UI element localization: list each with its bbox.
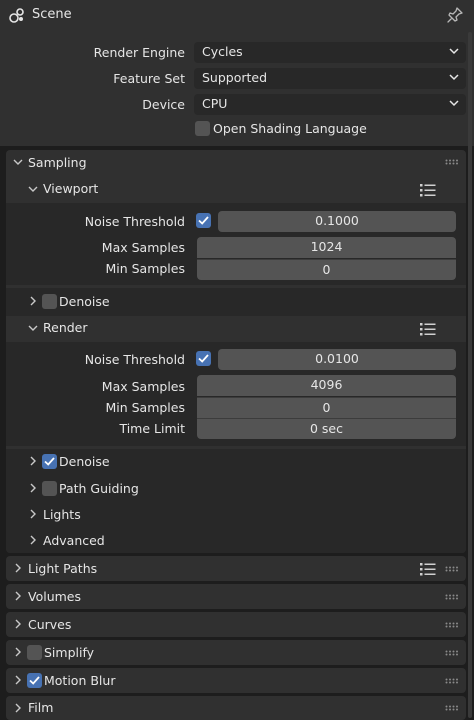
film-title: Film xyxy=(28,700,54,715)
drag-grip-icon[interactable] xyxy=(445,650,459,656)
render-noise-threshold-checkbox[interactable] xyxy=(196,351,211,366)
drag-grip-icon[interactable] xyxy=(445,566,459,572)
chevron-down-icon xyxy=(449,74,459,81)
header-title: Scene xyxy=(32,7,72,22)
curves-title: Curves xyxy=(28,617,72,632)
viewport-noise-threshold-checkbox[interactable] xyxy=(196,213,211,228)
chevron-right-icon xyxy=(15,647,21,657)
render-engine-dropdown[interactable]: Cycles xyxy=(194,42,466,63)
scene-icon xyxy=(8,6,26,24)
simplify-title: Simplify xyxy=(44,645,95,660)
feature-set-dropdown[interactable]: Supported xyxy=(194,68,466,89)
simplify-checkbox[interactable] xyxy=(27,645,42,660)
chevron-down-icon xyxy=(28,186,38,192)
film-panel[interactable] xyxy=(6,696,466,720)
checkmark-icon xyxy=(44,457,55,466)
render-engine-label: Render Engine xyxy=(93,45,185,60)
render-time-limit-field[interactable]: 0 sec xyxy=(197,418,456,439)
checkmark-icon xyxy=(198,216,209,225)
viewport-noise-threshold-label: Noise Threshold xyxy=(84,214,185,229)
viewport-noise-threshold-field[interactable]: 0.1000 xyxy=(218,211,456,232)
chevron-down-icon xyxy=(13,159,23,165)
device-dropdown[interactable]: CPU xyxy=(194,94,466,115)
presets-list-icon[interactable] xyxy=(420,322,436,336)
device-label: Device xyxy=(142,97,185,112)
motion-blur-checkbox[interactable] xyxy=(27,673,42,688)
chevron-right-icon xyxy=(15,619,21,629)
checkmark-icon xyxy=(29,676,40,685)
chevron-right-icon xyxy=(30,296,36,306)
render-min-samples-field[interactable]: 0 xyxy=(197,397,456,418)
viewport-min-samples-field[interactable]: 0 xyxy=(197,259,456,280)
chevron-right-icon xyxy=(30,509,36,519)
scrollbar[interactable] xyxy=(468,32,472,718)
chevron-right-icon xyxy=(15,591,21,601)
render-denoise-label: Denoise xyxy=(59,454,110,469)
feature-set-label: Feature Set xyxy=(113,71,185,86)
render-noise-threshold-label: Noise Threshold xyxy=(84,352,185,367)
render-time-limit-label: Time Limit xyxy=(119,421,185,436)
viewport-max-samples-field[interactable]: 1024 xyxy=(197,237,456,258)
chevron-right-icon xyxy=(30,456,36,466)
path-guiding-checkbox[interactable] xyxy=(42,481,57,496)
device-value: CPU xyxy=(202,96,228,111)
checkmark-icon xyxy=(198,354,209,363)
viewport-denoise-checkbox[interactable] xyxy=(42,294,57,309)
drag-grip-icon[interactable] xyxy=(445,705,459,711)
path-guiding-label: Path Guiding xyxy=(59,481,139,496)
volumes-title: Volumes xyxy=(28,589,82,604)
chevron-right-icon xyxy=(15,703,21,713)
osl-label: Open Shading Language xyxy=(213,121,367,136)
chevron-down-icon xyxy=(28,325,38,331)
chevron-down-icon xyxy=(449,48,459,55)
chevron-right-icon xyxy=(30,535,36,545)
drag-grip-icon[interactable] xyxy=(445,678,459,684)
viewport-denoise-label: Denoise xyxy=(59,294,110,309)
drag-grip-icon[interactable] xyxy=(445,622,459,628)
lights-label: Lights xyxy=(43,507,81,522)
sampling-title: Sampling xyxy=(28,155,87,170)
light-paths-title: Light Paths xyxy=(28,561,98,576)
drag-grip-icon[interactable] xyxy=(445,159,459,165)
feature-set-value: Supported xyxy=(202,70,268,85)
curves-panel[interactable] xyxy=(6,612,466,637)
render-noise-threshold-field[interactable]: 0.0100 xyxy=(218,349,456,370)
presets-list-icon[interactable] xyxy=(420,562,436,576)
pin-icon[interactable] xyxy=(446,6,464,24)
render-engine-value: Cycles xyxy=(202,44,243,59)
viewport-min-samples-label: Min Samples xyxy=(105,261,185,276)
presets-list-icon[interactable] xyxy=(420,183,436,197)
render-max-samples-field[interactable]: 4096 xyxy=(197,375,456,396)
chevron-right-icon xyxy=(15,563,21,573)
chevron-right-icon xyxy=(30,483,36,493)
advanced-label: Advanced xyxy=(43,533,105,548)
drag-grip-icon[interactable] xyxy=(445,594,459,600)
osl-checkbox[interactable] xyxy=(195,121,210,136)
viewport-title: Viewport xyxy=(43,181,99,196)
chevron-down-icon xyxy=(449,100,459,107)
render-title: Render xyxy=(43,320,88,335)
viewport-max-samples-label: Max Samples xyxy=(101,240,185,255)
chevron-right-icon xyxy=(15,675,21,685)
motion-blur-title: Motion Blur xyxy=(44,673,116,688)
render-denoise-checkbox[interactable] xyxy=(42,454,57,469)
render-max-samples-label: Max Samples xyxy=(101,379,185,394)
render-min-samples-label: Min Samples xyxy=(105,400,185,415)
